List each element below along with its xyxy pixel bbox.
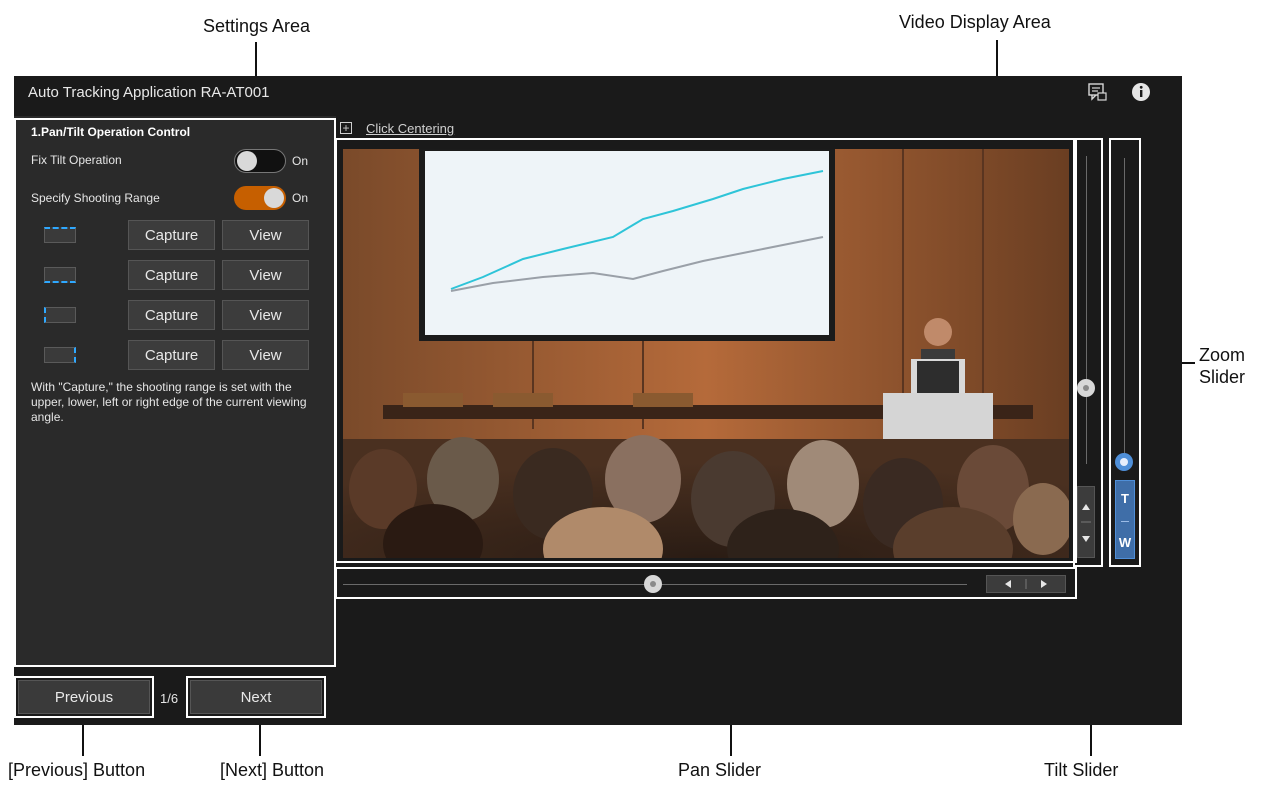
zoom-slider-highlight	[1109, 138, 1141, 567]
app-window: Auto Tracking Application RA-AT001 1.Pan…	[14, 76, 1182, 725]
video-display-highlight	[335, 138, 1077, 563]
callout-settings-area: Settings Area	[203, 16, 311, 36]
pan-slider-highlight	[335, 567, 1077, 599]
chat-icon[interactable]	[1086, 81, 1108, 103]
settings-area-highlight	[14, 118, 336, 667]
callout-pan-slider: Pan Slider	[678, 760, 762, 780]
page-indicator: 1/6	[160, 691, 179, 706]
callout-tilt-slider: Tilt Slider	[1044, 760, 1119, 780]
callout-zoom-slider-2: Slider	[1199, 367, 1246, 387]
callout-next-button: [Next] Button	[220, 760, 325, 780]
click-centering-plus-icon[interactable]: +	[340, 122, 352, 134]
callout-zoom-slider-1: Zoom	[1199, 345, 1246, 365]
callout-previous-button: [Previous] Button	[8, 760, 146, 780]
click-centering-link[interactable]: Click Centering	[366, 121, 454, 136]
next-button-highlight	[186, 676, 326, 718]
tilt-slider-highlight	[1073, 138, 1103, 567]
title-bar: Auto Tracking Application RA-AT001	[14, 76, 1182, 110]
callout-video-display-area: Video Display Area	[899, 12, 1051, 32]
previous-button-highlight	[14, 676, 154, 718]
info-icon[interactable]	[1130, 81, 1152, 103]
app-title: Auto Tracking Application RA-AT001	[28, 84, 270, 101]
